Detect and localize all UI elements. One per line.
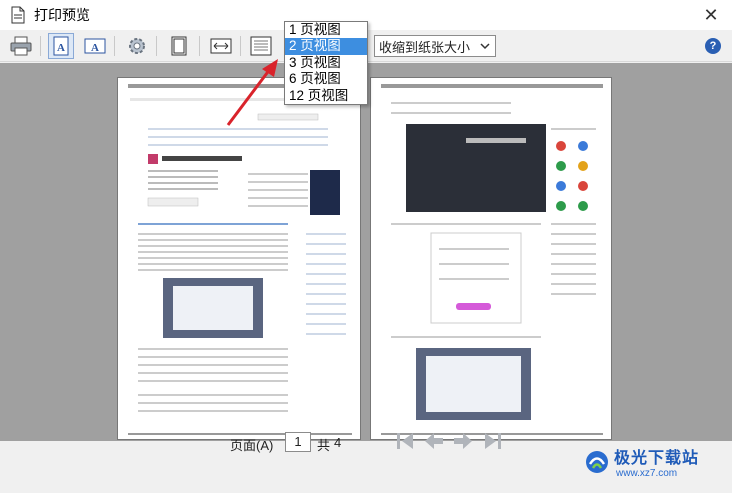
first-page-icon[interactable] bbox=[395, 430, 417, 452]
close-button[interactable]: ✕ bbox=[700, 4, 722, 26]
page-setup-button[interactable] bbox=[124, 33, 150, 59]
total-label: 共 bbox=[317, 438, 331, 453]
dropdown-option-3-page[interactable]: 3 页视图 bbox=[285, 55, 367, 71]
window-title: 打印预览 bbox=[34, 7, 90, 23]
page-view-dropdown[interactable]: 1 页视图 2 页视图 3 页视图 6 页视图 12 页视图 bbox=[284, 21, 368, 105]
help-icon: ? bbox=[709, 40, 717, 52]
printer-icon bbox=[10, 36, 32, 56]
portrait-button[interactable]: A bbox=[48, 33, 74, 59]
toolbar-separator bbox=[40, 36, 41, 56]
preview-area[interactable] bbox=[0, 59, 732, 441]
last-page-icon[interactable] bbox=[481, 430, 503, 452]
preview-page-2 bbox=[370, 77, 612, 440]
document-icon bbox=[11, 6, 25, 24]
watermark-brand: 极光下载站 bbox=[614, 450, 700, 467]
previous-page-icon[interactable] bbox=[423, 430, 445, 452]
zoom-select-value: 收缩到纸张大小 bbox=[379, 39, 471, 55]
page-label: 页面(A) bbox=[230, 438, 274, 453]
zoom-select[interactable]: 收缩到纸张大小 bbox=[374, 35, 496, 57]
watermark-url: www.xz7.com bbox=[616, 468, 678, 479]
toolbar-separator bbox=[199, 36, 200, 56]
help-button[interactable]: ? bbox=[705, 38, 721, 54]
whole-page-icon bbox=[171, 36, 187, 56]
next-page-icon[interactable] bbox=[452, 430, 474, 452]
close-icon: ✕ bbox=[703, 4, 719, 25]
svg-text:A: A bbox=[91, 42, 99, 54]
svg-text:A: A bbox=[57, 42, 65, 54]
page-2-thumbnail bbox=[381, 84, 603, 435]
dropdown-option-1-page[interactable]: 1 页视图 bbox=[285, 22, 367, 38]
watermark: 极光下载站 www.xz7.com bbox=[584, 444, 699, 479]
landscape-page-icon: A bbox=[84, 38, 106, 54]
print-button[interactable] bbox=[8, 33, 34, 59]
whole-page-button[interactable] bbox=[166, 33, 192, 59]
chevron-down-icon bbox=[480, 43, 490, 50]
total-pages: 4 bbox=[334, 435, 342, 450]
gear-icon bbox=[129, 38, 145, 54]
annotation-arrow bbox=[226, 59, 278, 126]
portrait-page-icon: A bbox=[53, 36, 69, 56]
dropdown-option-12-page[interactable]: 12 页视图 bbox=[285, 88, 367, 104]
page-number-input[interactable]: 1 bbox=[285, 432, 311, 452]
aurora-logo-icon bbox=[586, 450, 608, 473]
toolbar-separator bbox=[156, 36, 157, 56]
landscape-button[interactable]: A bbox=[82, 33, 108, 59]
toolbar-separator bbox=[114, 36, 115, 56]
dropdown-option-6-page[interactable]: 6 页视图 bbox=[285, 71, 367, 87]
dropdown-option-2-page[interactable]: 2 页视图 bbox=[285, 38, 367, 55]
